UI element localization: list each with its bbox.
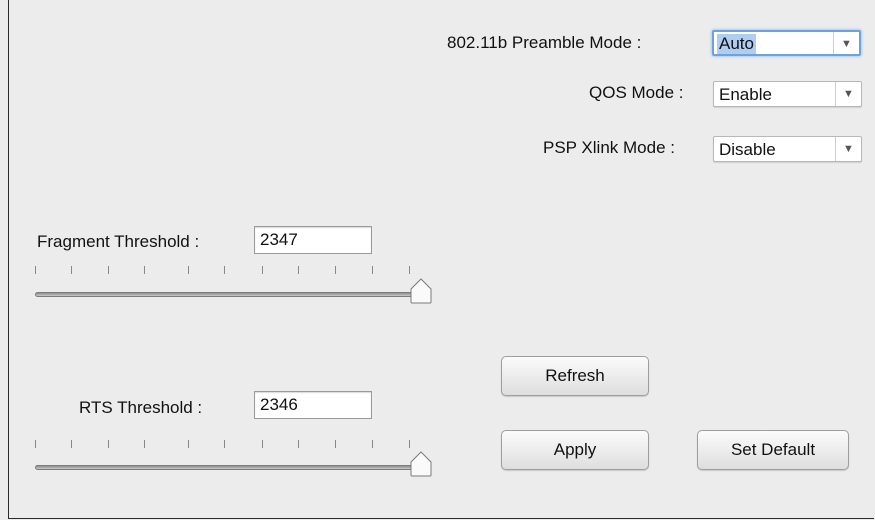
rts-threshold-ticks (35, 440, 425, 450)
psp-xlink-mode-value: Disable (719, 140, 776, 159)
fragment-threshold-ticks (35, 266, 425, 276)
fragment-threshold-slider-track[interactable] (35, 292, 429, 297)
fragment-threshold-slider-thumb[interactable] (410, 278, 432, 304)
settings-panel: 802.11b Preamble Mode : Auto ▼ QOS Mode … (8, 0, 874, 519)
chevron-down-icon: ▼ (835, 137, 861, 161)
rts-threshold-slider-thumb[interactable] (410, 451, 432, 477)
chevron-down-icon: ▼ (835, 82, 861, 106)
preamble-mode-value: Auto (717, 34, 756, 54)
rts-threshold-slider-track[interactable] (35, 465, 429, 470)
qos-mode-select[interactable]: Enable ▼ (713, 81, 862, 107)
apply-button[interactable]: Apply (501, 430, 649, 470)
rts-threshold-input[interactable] (254, 391, 372, 419)
rts-threshold-label: RTS Threshold : (79, 398, 203, 417)
fragment-threshold-input[interactable] (254, 226, 372, 254)
qos-mode-value: Enable (719, 85, 772, 104)
preamble-mode-label: 802.11b Preamble Mode : (447, 33, 642, 52)
refresh-button[interactable]: Refresh (501, 356, 649, 396)
set-default-button[interactable]: Set Default (697, 430, 849, 470)
preamble-mode-select[interactable]: Auto ▼ (712, 30, 861, 56)
qos-mode-label: QOS Mode : (589, 83, 684, 102)
psp-xlink-mode-label: PSP Xlink Mode : (543, 138, 675, 157)
psp-xlink-mode-select[interactable]: Disable ▼ (713, 136, 862, 162)
fragment-threshold-label: Fragment Threshold : (37, 232, 200, 251)
chevron-down-icon: ▼ (833, 32, 859, 54)
